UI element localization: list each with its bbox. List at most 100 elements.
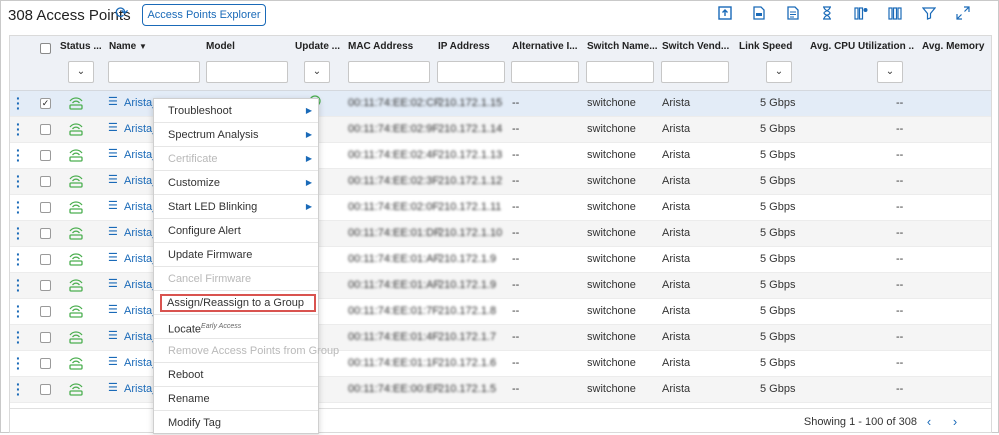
cpu-filter-dropdown[interactable]: ⌄ [877,61,903,83]
menu-item-modify-tag[interactable]: Modify Tag [154,411,318,435]
row-actions-icon[interactable]: · · · [16,195,21,219]
menu-item-reboot[interactable]: Reboot [154,363,318,387]
switch-vendor-cell: Arista [662,279,691,291]
menu-item-customize[interactable]: Customize ▶ [154,171,318,195]
row-checkbox[interactable] [40,202,51,213]
select-all-checkbox[interactable] [40,43,51,54]
refresh-icon[interactable]: ⟳ [115,6,131,22]
details-list-icon[interactable]: ☰ [108,357,118,368]
cpu-utilization-cell: -- [896,279,904,291]
alternative-ip-filter-input[interactable] [511,61,579,83]
mac-filter-input[interactable] [348,61,430,83]
hourglass-icon[interactable] [818,6,836,24]
row-checkbox[interactable] [40,358,51,369]
row-actions-icon[interactable]: · · · [16,299,21,323]
submenu-arrow-icon: ▶ [305,202,312,211]
column-status[interactable]: Status ... [60,41,102,52]
details-list-icon[interactable]: ☰ [108,383,118,394]
row-actions-icon[interactable]: · · · [16,91,21,115]
details-list-icon[interactable]: ☰ [108,331,118,342]
switch-name-filter-input[interactable] [586,61,654,83]
ip-address-cell: 210.172.1.14 [438,123,503,135]
mac-address-cell: 00:11:74:EE:02:9F [348,123,439,135]
status-filter-dropdown[interactable]: ⌄ [68,61,94,83]
row-checkbox[interactable] [40,384,51,395]
previous-page-button[interactable]: ‹ [921,414,937,430]
column-cpu-utilization[interactable]: Avg. CPU Utilization ... [810,41,914,52]
ip-filter-input[interactable] [437,61,505,83]
details-list-icon[interactable]: ☰ [108,227,118,238]
next-page-button[interactable]: › [947,414,963,430]
alternative-ip-cell: -- [512,253,520,265]
row-checkbox[interactable] [40,150,51,161]
switch-name-cell: switchone [587,175,636,187]
mac-address-cell: 00:11:74:EE:02:4F [348,149,439,161]
export-icon[interactable] [716,6,734,24]
column-link-speed[interactable]: Link Speed [739,41,792,52]
details-list-icon[interactable]: ☰ [108,279,118,290]
row-checkbox[interactable]: ✓ [40,98,51,109]
row-checkbox[interactable] [40,254,51,265]
row-checkbox[interactable] [40,176,51,187]
access-points-explorer-button[interactable]: Access Points Explorer [142,4,266,26]
row-actions-icon[interactable]: · · · [16,117,21,141]
model-filter-input[interactable] [206,61,288,83]
mac-address-cell: 00:11:74:EE:02:3F [348,175,439,187]
mac-address-cell: 00:11:74:EE:01:DF [348,227,441,239]
link-speed-filter-dropdown[interactable]: ⌄ [766,61,792,83]
ip-address-cell: 210.172.1.13 [438,149,503,161]
menu-item-troubleshoot[interactable]: Troubleshoot ▶ [154,99,318,123]
menu-item-configure-alert[interactable]: Configure Alert [154,219,318,243]
details-list-icon[interactable]: ☰ [108,97,118,108]
row-actions-icon[interactable]: · · · [16,247,21,271]
menu-item-locate[interactable]: LocateEarly Access [154,315,318,339]
details-list-icon[interactable]: ☰ [108,253,118,264]
details-list-icon[interactable]: ☰ [108,201,118,212]
details-list-icon[interactable]: ☰ [108,123,118,134]
alternative-ip-cell: -- [512,357,520,369]
switch-vendor-filter-input[interactable] [661,61,729,83]
submenu-arrow-icon: ▶ [305,178,312,187]
row-checkbox[interactable] [40,124,51,135]
menu-item-spectrum-analysis[interactable]: Spectrum Analysis ▶ [154,123,318,147]
column-switch-vendor[interactable]: Switch Vend... [662,41,732,52]
row-checkbox[interactable] [40,332,51,343]
menu-item-assign-reassign-to-a-group[interactable]: Assign/Reassign to a Group [154,291,318,315]
details-list-icon[interactable]: ☰ [108,149,118,160]
columns-settings-icon[interactable] [852,6,870,24]
filter-icon[interactable] [920,6,938,24]
expand-icon[interactable] [954,6,972,24]
menu-item-label: Rename [168,393,210,405]
row-actions-icon[interactable]: · · · [16,351,21,375]
menu-item-update-firmware[interactable]: Update Firmware [154,243,318,267]
row-actions-icon[interactable]: · · · [16,143,21,167]
mac-address-cell: 00:11:74:EE:01:4F [348,331,439,343]
column-ip-address[interactable]: IP Address [438,41,490,52]
columns-icon[interactable] [886,6,904,24]
submenu-arrow-icon: ▶ [305,130,312,139]
menu-item-rename[interactable]: Rename [154,387,318,411]
row-actions-icon[interactable]: · · · [16,273,21,297]
pdf-icon[interactable] [750,6,768,24]
report-icon[interactable] [784,6,802,24]
row-actions-icon[interactable]: · · · [16,325,21,349]
row-checkbox[interactable] [40,228,51,239]
row-checkbox[interactable] [40,306,51,317]
column-mac-address[interactable]: MAC Address [348,41,413,52]
column-update[interactable]: Update ... [295,41,343,52]
details-list-icon[interactable]: ☰ [108,175,118,186]
column-model[interactable]: Model [206,41,235,52]
column-memory[interactable]: Avg. Memory [922,41,991,52]
update-filter-dropdown[interactable]: ⌄ [304,61,330,83]
row-actions-icon[interactable]: · · · [16,377,21,401]
column-name[interactable]: Name ▼ [109,41,147,52]
details-list-icon[interactable]: ☰ [108,305,118,316]
menu-item-start-led-blinking[interactable]: Start LED Blinking ▶ [154,195,318,219]
row-actions-icon[interactable]: · · · [16,169,21,193]
row-checkbox[interactable] [40,280,51,291]
column-switch-name[interactable]: Switch Name... [587,41,657,52]
access-point-status-icon [68,356,84,370]
column-alternative-ip[interactable]: Alternative I... [512,41,580,52]
name-filter-input[interactable] [108,61,200,83]
row-actions-icon[interactable]: · · · [16,221,21,245]
